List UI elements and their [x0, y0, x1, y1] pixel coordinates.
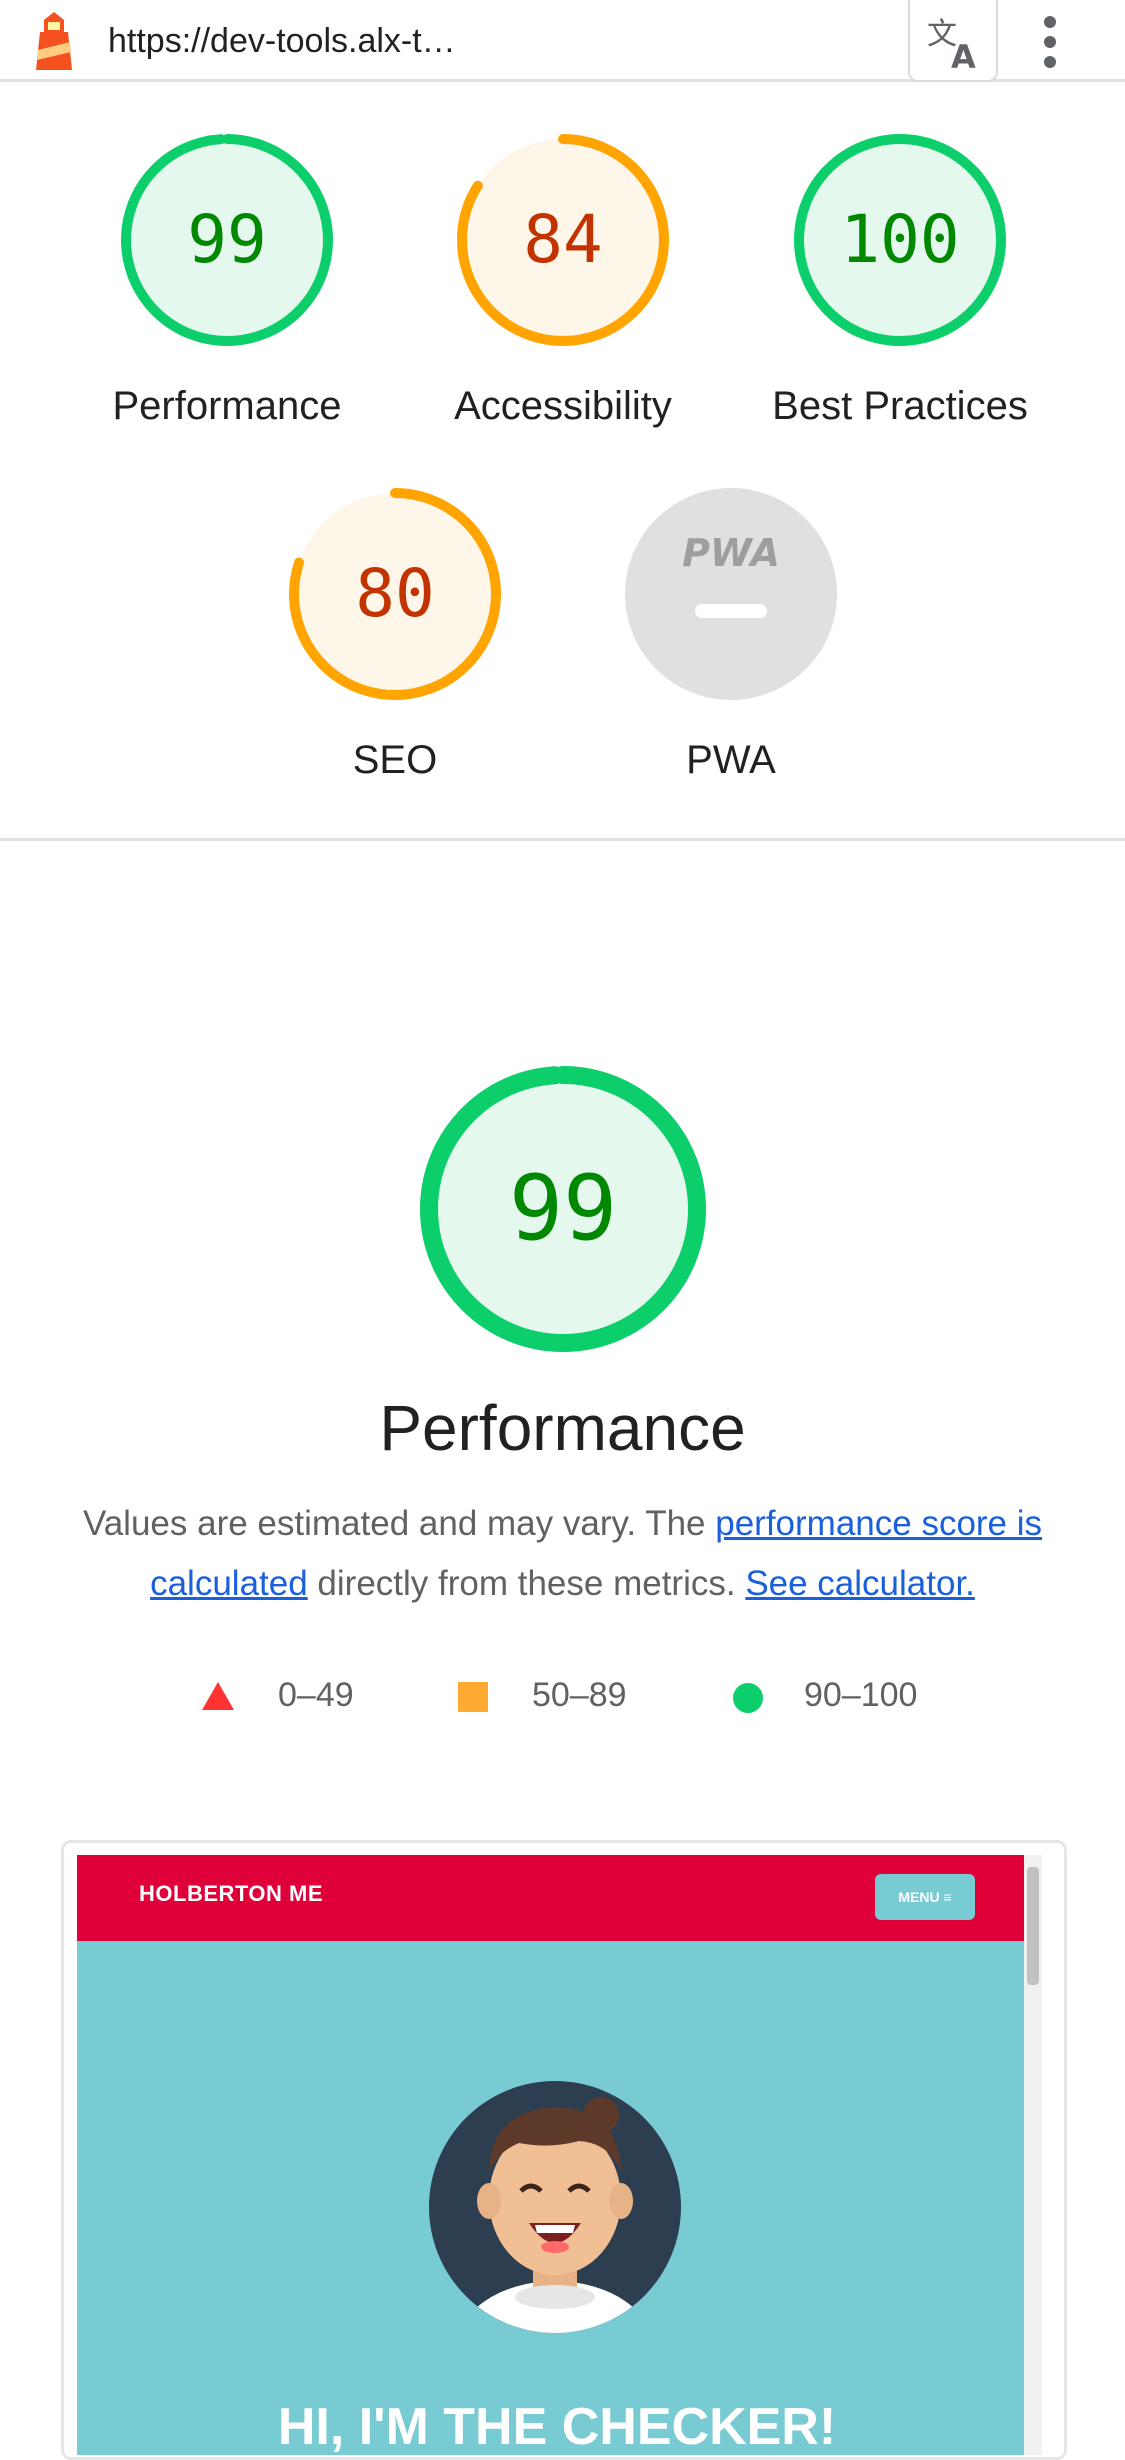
triangle-icon — [202, 1682, 234, 1710]
legend-range: 0–49 — [278, 1676, 354, 1714]
preview-menu-button: MENU ≡ — [875, 1874, 975, 1920]
performance-title: Performance — [379, 1392, 746, 1464]
desc-text: Values are estimated and may vary. The — [82, 1504, 716, 1543]
final-screenshot[interactable]: HOLBERTON ME MENU ≡ HI, I'M THE CHECKER! — [61, 1840, 1067, 2460]
section-divider — [0, 838, 1125, 841]
performance-gauge: 99 — [418, 1064, 708, 1354]
see-calculator-link[interactable]: See calculator. — [745, 1564, 975, 1603]
avatar-icon — [429, 2081, 681, 2333]
legend-fail: 0–49 — [202, 1670, 382, 1720]
scrollbar-thumb[interactable] — [1027, 1867, 1039, 1985]
screenshot-viewport: HOLBERTON ME MENU ≡ HI, I'M THE CHECKER! — [77, 1855, 1037, 2455]
gauge-label: Accessibility — [454, 384, 672, 428]
more-vert-icon[interactable] — [1030, 14, 1070, 70]
legend-range: 50–89 — [532, 1676, 627, 1714]
legend-range: 90–100 — [804, 1676, 918, 1714]
url-text[interactable]: https://dev-tools.alx-t… — [108, 18, 456, 64]
preview-brand: HOLBERTON ME — [139, 1881, 324, 1906]
gauge-pwa[interactable]: PWA PWA — [566, 484, 896, 784]
gauge-score: 80 — [355, 555, 435, 632]
performance-description: Values are estimated and may vary. The p… — [50, 1494, 1075, 1614]
lighthouse-logo-icon — [36, 12, 72, 70]
pwa-badge-icon: PWA — [625, 488, 837, 700]
gauge-label: SEO — [352, 738, 438, 782]
legend-average: 50–89 — [458, 1670, 658, 1720]
gauge-score: 99 — [187, 201, 267, 278]
preview-scrollbar[interactable] — [1024, 1855, 1042, 2455]
square-icon — [458, 1682, 488, 1712]
browser-toolbar: https://dev-tools.alx-t… 文 A — [0, 0, 1125, 82]
preview-header: HOLBERTON ME MENU ≡ — [77, 1855, 1037, 1941]
score-legend: 0–49 50–89 90–100 — [0, 1670, 1125, 1720]
pwa-badge-text: PWA — [682, 531, 780, 575]
gauge-performance[interactable]: 99 Performance — [62, 130, 392, 430]
translate-button[interactable]: 文 A — [908, 0, 998, 82]
legend-pass: 90–100 — [732, 1670, 952, 1720]
gauge-score: 84 — [523, 201, 603, 278]
preview-heading: HI, I'M THE CHECKER! — [277, 2398, 837, 2455]
gauge-accessibility[interactable]: 84 Accessibility — [398, 130, 728, 430]
translate-icon: 文 A — [927, 17, 976, 72]
circle-icon — [733, 1683, 763, 1713]
gauge-score: 100 — [840, 201, 960, 278]
gauge-label: Performance — [112, 384, 342, 428]
gauge-label: Best Practices — [772, 384, 1028, 428]
gauge-seo[interactable]: 80 SEO — [230, 484, 560, 784]
performance-score: 99 — [508, 1156, 618, 1261]
desc-text: directly from these metrics. — [307, 1564, 746, 1603]
gauge-best-practices[interactable]: 100 Best Practices — [735, 130, 1065, 430]
gauge-label: PWA — [686, 738, 776, 782]
svg-text:A: A — [951, 38, 976, 72]
